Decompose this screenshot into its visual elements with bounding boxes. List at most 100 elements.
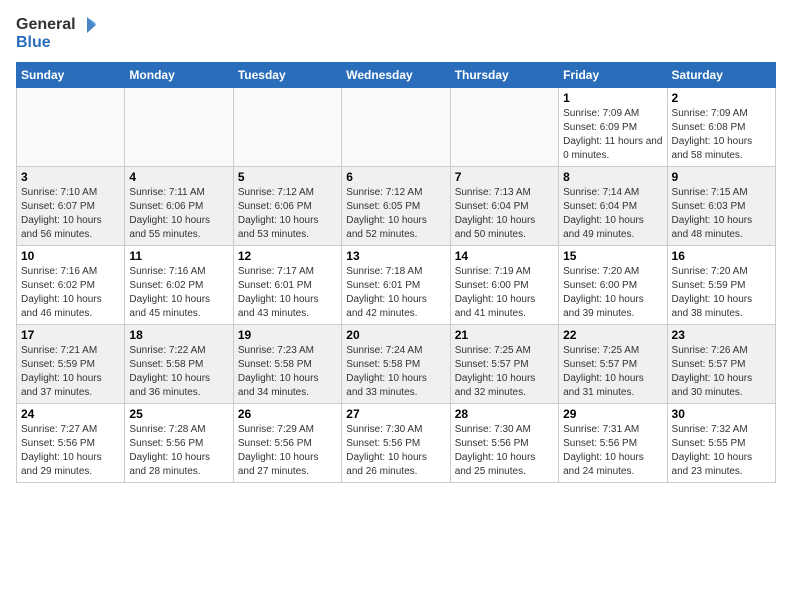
day-info: Sunrise: 7:27 AMSunset: 5:56 PMDaylight:… [21,423,120,479]
day-info: Sunrise: 7:13 AMSunset: 6:04 PMDaylight:… [455,186,554,242]
day-info: Sunrise: 7:21 AMSunset: 5:59 PMDaylight:… [21,344,120,400]
day-number: 16 [672,249,771,263]
day-info: Sunrise: 7:32 AMSunset: 5:55 PMDaylight:… [672,423,771,479]
day-info: Sunrise: 7:29 AMSunset: 5:56 PMDaylight:… [238,423,337,479]
day-info: Sunrise: 7:16 AMSunset: 6:02 PMDaylight:… [21,265,120,321]
day-number: 9 [672,170,771,184]
calendar-cell: 24 Sunrise: 7:27 AMSunset: 5:56 PMDayligh… [17,403,125,482]
day-info: Sunrise: 7:23 AMSunset: 5:58 PMDaylight:… [238,344,337,400]
day-info: Sunrise: 7:18 AMSunset: 6:01 PMDaylight:… [346,265,445,321]
day-info: Sunrise: 7:20 AMSunset: 5:59 PMDaylight:… [672,265,771,321]
day-number: 27 [346,407,445,421]
day-number: 30 [672,407,771,421]
day-number: 13 [346,249,445,263]
day-number: 15 [563,249,662,263]
day-number: 20 [346,328,445,342]
day-info: Sunrise: 7:16 AMSunset: 6:02 PMDaylight:… [129,265,228,321]
calendar-cell: 23 Sunrise: 7:26 AMSunset: 5:57 PMDayligh… [667,324,775,403]
day-info: Sunrise: 7:11 AMSunset: 6:06 PMDaylight:… [129,186,228,242]
calendar-cell [342,87,450,166]
day-number: 3 [21,170,120,184]
calendar-cell [450,87,558,166]
calendar-cell: 17 Sunrise: 7:21 AMSunset: 5:59 PMDayligh… [17,324,125,403]
logo-text: General Blue [16,16,96,52]
calendar-cell: 29Sunrise: 7:31 AMSunset: 5:56 PMDayligh… [559,403,667,482]
day-number: 17 [21,328,120,342]
day-number: 25 [129,407,228,421]
calendar-cell: 12Sunrise: 7:17 AMSunset: 6:01 PMDayligh… [233,245,341,324]
day-info: Sunrise: 7:12 AMSunset: 6:06 PMDaylight:… [238,186,337,242]
weekday-header-friday: Friday [559,62,667,87]
page-header: General Blue [16,16,776,52]
calendar-cell: 9Sunrise: 7:15 AMSunset: 6:03 PMDaylight… [667,166,775,245]
day-number: 26 [238,407,337,421]
weekday-header-monday: Monday [125,62,233,87]
calendar-cell: 16 Sunrise: 7:20 AMSunset: 5:59 PMDayligh… [667,245,775,324]
day-number: 6 [346,170,445,184]
day-number: 24 [21,407,120,421]
calendar-cell: 21Sunrise: 7:25 AMSunset: 5:57 PMDayligh… [450,324,558,403]
calendar-cell: 5 Sunrise: 7:12 AMSunset: 6:06 PMDaylight… [233,166,341,245]
calendar-cell: 11Sunrise: 7:16 AMSunset: 6:02 PMDayligh… [125,245,233,324]
calendar-cell: 3Sunrise: 7:10 AMSunset: 6:07 PMDaylight… [17,166,125,245]
day-number: 10 [21,249,120,263]
weekday-header-row: SundayMondayTuesdayWednesdayThursdayFrid… [17,62,776,87]
calendar-week-row: 17 Sunrise: 7:21 AMSunset: 5:59 PMDayligh… [17,324,776,403]
calendar-cell: 20 Sunrise: 7:24 AMSunset: 5:58 PMDayligh… [342,324,450,403]
day-info: Sunrise: 7:14 AMSunset: 6:04 PMDaylight:… [563,186,662,242]
day-number: 8 [563,170,662,184]
calendar-cell [17,87,125,166]
calendar-cell: 4 Sunrise: 7:11 AMSunset: 6:06 PMDaylight… [125,166,233,245]
day-info: Sunrise: 7:24 AMSunset: 5:58 PMDaylight:… [346,344,445,400]
day-info: Sunrise: 7:30 AMSunset: 5:56 PMDaylight:… [455,423,554,479]
day-info: Sunrise: 7:22 AMSunset: 5:58 PMDaylight:… [129,344,228,400]
calendar-cell: 1 Sunrise: 7:09 AMSunset: 6:09 PMDaylight… [559,87,667,166]
day-info: Sunrise: 7:25 AMSunset: 5:57 PMDaylight:… [455,344,554,400]
calendar-cell [233,87,341,166]
day-number: 1 [563,91,662,105]
calendar-cell: 10 Sunrise: 7:16 AMSunset: 6:02 PMDayligh… [17,245,125,324]
calendar-cell: 28 Sunrise: 7:30 AMSunset: 5:56 PMDayligh… [450,403,558,482]
calendar-cell: 7 Sunrise: 7:13 AMSunset: 6:04 PMDaylight… [450,166,558,245]
weekday-header-wednesday: Wednesday [342,62,450,87]
calendar-week-row: 3Sunrise: 7:10 AMSunset: 6:07 PMDaylight… [17,166,776,245]
calendar-cell: 26 Sunrise: 7:29 AMSunset: 5:56 PMDayligh… [233,403,341,482]
logo: General Blue [16,16,96,52]
day-info: Sunrise: 7:12 AMSunset: 6:05 PMDaylight:… [346,186,445,242]
day-info: Sunrise: 7:17 AMSunset: 6:01 PMDaylight:… [238,265,337,321]
calendar-cell: 27 Sunrise: 7:30 AMSunset: 5:56 PMDayligh… [342,403,450,482]
day-number: 18 [129,328,228,342]
day-number: 22 [563,328,662,342]
day-number: 23 [672,328,771,342]
calendar-cell: 2Sunrise: 7:09 AMSunset: 6:08 PMDaylight… [667,87,775,166]
day-number: 19 [238,328,337,342]
day-number: 29 [563,407,662,421]
day-number: 28 [455,407,554,421]
weekday-header-saturday: Saturday [667,62,775,87]
logo-bird-icon [78,16,96,34]
calendar-cell: 13 Sunrise: 7:18 AMSunset: 6:01 PMDayligh… [342,245,450,324]
logo-blue: Blue [16,34,96,52]
calendar-week-row: 24 Sunrise: 7:27 AMSunset: 5:56 PMDayligh… [17,403,776,482]
calendar-cell: 30 Sunrise: 7:32 AMSunset: 5:55 PMDayligh… [667,403,775,482]
weekday-header-thursday: Thursday [450,62,558,87]
weekday-header-tuesday: Tuesday [233,62,341,87]
day-info: Sunrise: 7:09 AMSunset: 6:09 PMDaylight:… [563,107,662,163]
calendar-cell: 8 Sunrise: 7:14 AMSunset: 6:04 PMDaylight… [559,166,667,245]
day-number: 4 [129,170,228,184]
calendar-cell: 25 Sunrise: 7:28 AMSunset: 5:56 PMDayligh… [125,403,233,482]
day-info: Sunrise: 7:28 AMSunset: 5:56 PMDaylight:… [129,423,228,479]
calendar-week-row: 10 Sunrise: 7:16 AMSunset: 6:02 PMDayligh… [17,245,776,324]
calendar-table: SundayMondayTuesdayWednesdayThursdayFrid… [16,62,776,483]
day-number: 5 [238,170,337,184]
logo-general: General [16,16,76,34]
weekday-header-sunday: Sunday [17,62,125,87]
day-number: 2 [672,91,771,105]
calendar-cell: 14Sunrise: 7:19 AMSunset: 6:00 PMDayligh… [450,245,558,324]
day-info: Sunrise: 7:25 AMSunset: 5:57 PMDaylight:… [563,344,662,400]
day-info: Sunrise: 7:30 AMSunset: 5:56 PMDaylight:… [346,423,445,479]
day-info: Sunrise: 7:20 AMSunset: 6:00 PMDaylight:… [563,265,662,321]
day-info: Sunrise: 7:26 AMSunset: 5:57 PMDaylight:… [672,344,771,400]
day-number: 14 [455,249,554,263]
day-number: 7 [455,170,554,184]
